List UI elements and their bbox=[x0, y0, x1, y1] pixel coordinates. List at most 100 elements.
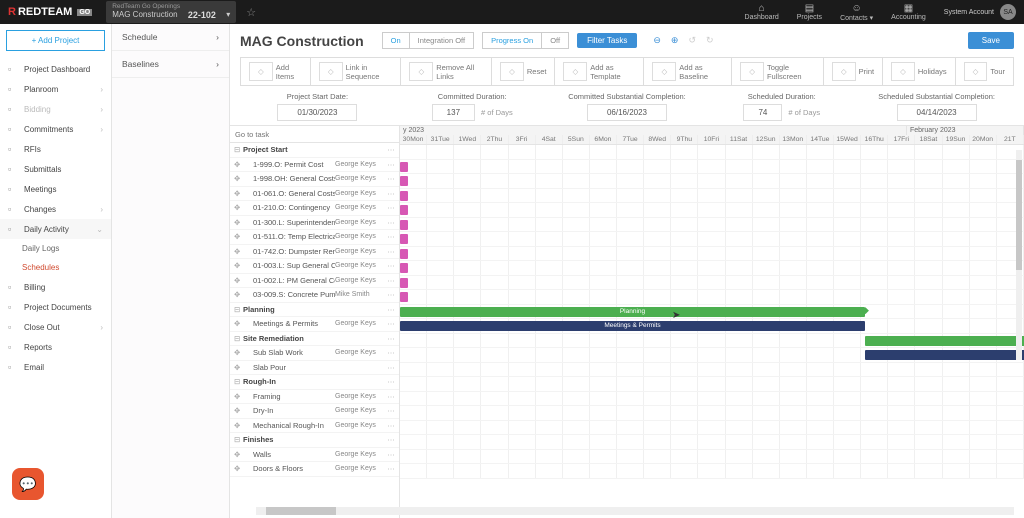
toolbar-button[interactable]: ◇Add as Baseline bbox=[644, 57, 732, 86]
task-bar[interactable]: Meetings & Permits bbox=[400, 321, 865, 331]
task-row[interactable]: ✥WallsGeorge Keys⋯ bbox=[230, 448, 399, 463]
sidebar-item[interactable]: ▫Email bbox=[0, 357, 111, 377]
sidebar-item[interactable]: ▫Project Documents bbox=[0, 297, 111, 317]
toolbar-button[interactable]: ◇Remove All Links bbox=[401, 57, 492, 86]
progress-toggle[interactable]: Progress OnOff bbox=[482, 32, 569, 49]
project-metadata: Project Start Date:01/30/2023 Committed … bbox=[240, 92, 1014, 121]
horizontal-scrollbar[interactable] bbox=[256, 507, 1014, 515]
scheduled-completion[interactable]: 04/14/2023 bbox=[897, 104, 977, 121]
zoom-in-icon[interactable]: ⊕ bbox=[671, 35, 679, 46]
task-bar[interactable]: Planning bbox=[400, 307, 865, 317]
toolbar-button[interactable]: ◇Toggle Fullscreen bbox=[732, 57, 824, 86]
task-row[interactable]: ✥Doors & FloorsGeorge Keys⋯ bbox=[230, 462, 399, 477]
project-start-date[interactable]: 01/30/2023 bbox=[277, 104, 357, 121]
sidebar-item[interactable]: ▫Close Out› bbox=[0, 317, 111, 337]
sidebar-item[interactable]: ▫Billing bbox=[0, 277, 111, 297]
task-row[interactable]: ⊟Site Remediation⋯ bbox=[230, 332, 399, 347]
sidebar-item[interactable]: ▫Reports bbox=[0, 337, 111, 357]
undo-icon[interactable]: ↺ bbox=[688, 35, 696, 46]
task-bar[interactable] bbox=[400, 205, 408, 215]
task-row[interactable]: ✥1-999.O: Permit CostGeorge Keys⋯ bbox=[230, 158, 399, 173]
task-row[interactable]: ✥01-300.L: SuperintendentGeorge Keys⋯ bbox=[230, 216, 399, 231]
sidebar-item[interactable]: ▫Commitments› bbox=[0, 119, 111, 139]
committed-completion[interactable]: 06/16/2023 bbox=[587, 104, 667, 121]
nav-contacts[interactable]: ☺Contacts ▾ bbox=[840, 3, 873, 22]
task-bar[interactable] bbox=[400, 292, 408, 302]
chat-widget-icon[interactable]: 💬 bbox=[12, 468, 44, 500]
action-toolbar: ◇Add Items◇Link in Sequence◇Remove All L… bbox=[240, 57, 1014, 86]
task-row[interactable]: ⊟Finishes⋯ bbox=[230, 433, 399, 448]
task-row[interactable]: ⊟Project Start⋯ bbox=[230, 143, 399, 158]
nav-projects[interactable]: ▤Projects bbox=[797, 3, 822, 21]
sidebar-item[interactable]: Daily Logs bbox=[0, 239, 111, 258]
sidebar-item[interactable]: ▫Planroom› bbox=[0, 79, 111, 99]
task-row[interactable]: ✥01-742.O: Dumpster RentalGeorge Keys⋯ bbox=[230, 245, 399, 260]
left-sidebar: + Add Project ▫Project Dashboard▫Planroo… bbox=[0, 24, 112, 518]
toolbar-button[interactable]: ◇Tour bbox=[956, 57, 1014, 86]
task-bar[interactable] bbox=[400, 220, 408, 230]
task-row[interactable]: ✥Sub Slab WorkGeorge Keys⋯ bbox=[230, 346, 399, 361]
panel-baselines[interactable]: Baselines› bbox=[112, 51, 229, 78]
task-bar[interactable] bbox=[400, 263, 408, 273]
redo-icon[interactable]: ↻ bbox=[706, 35, 714, 46]
filter-tasks-button[interactable]: Filter Tasks bbox=[577, 33, 637, 48]
project-crumb[interactable]: RedTeam Go Openings MAG Construction22-1… bbox=[106, 1, 236, 22]
task-row[interactable]: ✥01-210.O: ContingencyGeorge Keys⋯ bbox=[230, 201, 399, 216]
toolbar-button[interactable]: ◇Add Items bbox=[240, 57, 311, 86]
sidebar-item[interactable]: ▫Daily Activity⌄ bbox=[0, 219, 111, 239]
task-row[interactable]: ✥01-003.L: Sup General CostGeorge Keys⋯ bbox=[230, 259, 399, 274]
task-row[interactable]: ✥Dry-InGeorge Keys⋯ bbox=[230, 404, 399, 419]
sidebar-item[interactable]: Schedules bbox=[0, 258, 111, 277]
task-row[interactable]: ✥01-061.O: General CostsGeorge Keys⋯ bbox=[230, 187, 399, 202]
gantt-grid[interactable]: y 2023February 2023 30Mon31Tue1Wed2Thu3F… bbox=[400, 126, 1024, 518]
task-row[interactable]: ✥01-511.O: Temp ElectricalGeorge Keys⋯ bbox=[230, 230, 399, 245]
nav-dashboard[interactable]: ⌂Dashboard bbox=[745, 3, 779, 21]
add-project-button[interactable]: + Add Project bbox=[6, 30, 105, 51]
scheduled-duration[interactable]: 74 bbox=[743, 104, 782, 121]
task-bar[interactable] bbox=[400, 234, 408, 244]
brand-logo[interactable]: RREDTEAMGO bbox=[8, 6, 92, 18]
sidebar-item[interactable]: ▫Project Dashboard bbox=[0, 59, 111, 79]
task-row[interactable]: ✥01-002.L: PM General CostGeorge Keys⋯ bbox=[230, 274, 399, 289]
task-row[interactable]: ✥Slab Pour⋯ bbox=[230, 361, 399, 376]
task-row[interactable]: ✥Meetings & PermitsGeorge Keys⋯ bbox=[230, 317, 399, 332]
integration-toggle[interactable]: OnIntegration Off bbox=[382, 32, 474, 49]
task-list: ⊟Project Start⋯✥1-999.O: Permit CostGeor… bbox=[230, 126, 400, 518]
toolbar-button[interactable]: ◇Holidays bbox=[883, 57, 956, 86]
favorite-star-icon[interactable]: ☆ bbox=[246, 6, 256, 19]
task-row[interactable]: ⊟Rough-In⋯ bbox=[230, 375, 399, 390]
main-area: MAG Construction OnIntegration Off Progr… bbox=[230, 24, 1024, 518]
toolbar-button[interactable]: ◇Reset bbox=[492, 57, 555, 86]
task-bar[interactable] bbox=[400, 278, 408, 288]
task-row[interactable]: ✥FramingGeorge Keys⋯ bbox=[230, 390, 399, 405]
zoom-controls[interactable]: ⊖ ⊕ ↺ ↻ bbox=[653, 35, 713, 46]
sidebar-item[interactable]: ▫Meetings bbox=[0, 179, 111, 199]
zoom-out-icon[interactable]: ⊖ bbox=[653, 35, 661, 46]
nav-accounting[interactable]: ▦Accounting bbox=[891, 3, 926, 21]
toolbar-button[interactable]: ◇Link in Sequence bbox=[311, 57, 402, 86]
sidebar-item[interactable]: ▫Changes› bbox=[0, 199, 111, 219]
task-row[interactable]: ⊟Planning⋯ bbox=[230, 303, 399, 318]
task-search-input[interactable] bbox=[235, 130, 394, 139]
sidebar-item[interactable]: ▫RFIs bbox=[0, 139, 111, 159]
task-bar[interactable]: Sub Slab Work bbox=[865, 350, 1024, 360]
panel-schedule[interactable]: Schedule› bbox=[112, 24, 229, 51]
task-row[interactable]: ✥03-009.S: Concrete PumpingMike Smith⋯ bbox=[230, 288, 399, 303]
task-bar[interactable] bbox=[400, 176, 408, 186]
task-bar[interactable] bbox=[400, 191, 408, 201]
save-button[interactable]: Save bbox=[968, 32, 1014, 49]
task-bar[interactable] bbox=[400, 249, 408, 259]
task-bar[interactable] bbox=[865, 336, 1024, 346]
sidebar-item[interactable]: ▫Submittals bbox=[0, 159, 111, 179]
panel-column: Schedule› Baselines› bbox=[112, 24, 230, 518]
page-title: MAG Construction bbox=[240, 33, 364, 49]
task-row[interactable]: ✥Mechanical Rough-InGeorge Keys⋯ bbox=[230, 419, 399, 434]
vertical-scrollbar[interactable] bbox=[1016, 150, 1022, 360]
system-account[interactable]: System AccountSA bbox=[944, 4, 1016, 20]
sidebar-item[interactable]: ▫Bidding› bbox=[0, 99, 111, 119]
committed-duration[interactable]: 137 bbox=[432, 104, 475, 121]
task-row[interactable]: ✥1-998.OH: General CostsGeorge Keys⋯ bbox=[230, 172, 399, 187]
toolbar-button[interactable]: ◇Print bbox=[824, 57, 883, 86]
toolbar-button[interactable]: ◇Add as Template bbox=[555, 57, 644, 86]
task-bar[interactable] bbox=[400, 162, 408, 172]
